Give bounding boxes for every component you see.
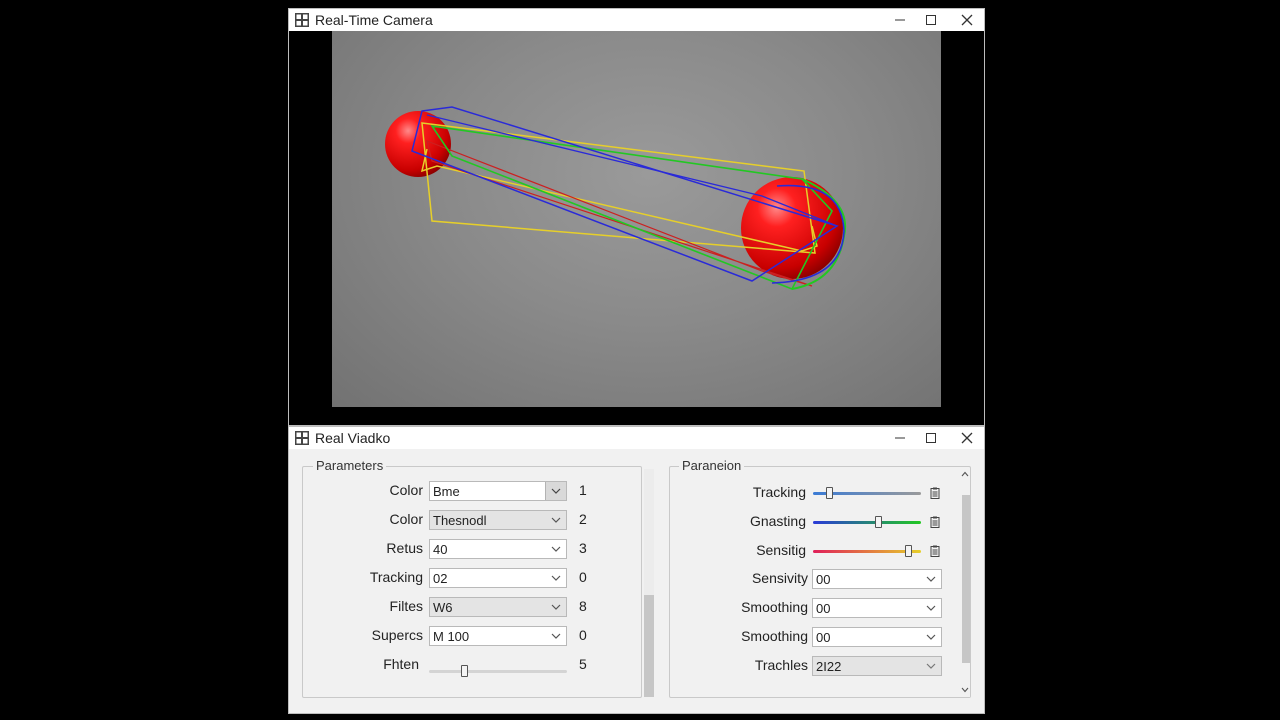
param-label-tracking: Tracking [369, 569, 423, 585]
param-value: 5 [579, 656, 587, 672]
paraneion-legend: Paraneion [679, 458, 745, 473]
close-button[interactable] [949, 427, 985, 449]
maximize-icon [926, 433, 936, 443]
filters-dropdown[interactable]: W6 [429, 597, 567, 617]
chevron-down-icon [546, 511, 566, 529]
minimize-icon [895, 19, 905, 21]
param-label-color: Color [389, 482, 423, 498]
gnasting-slider-track[interactable] [813, 521, 921, 524]
camera-viewport[interactable] [332, 31, 941, 407]
tracking-overlay [385, 106, 847, 291]
camera-window: Real-Time Camera [288, 8, 985, 426]
minimize-icon [895, 437, 905, 439]
param-label-sensivity: Sensivity [751, 570, 808, 586]
slider-label-tracking: Tracking [752, 484, 806, 500]
param-value: 0 [579, 627, 587, 643]
clipboard-icon[interactable] [930, 516, 940, 528]
chevron-down-icon [545, 482, 566, 500]
param-label-smoothing: Smoothing [741, 599, 808, 615]
maximize-icon [926, 15, 936, 25]
slider-label-sensitig: Sensitig [756, 542, 806, 558]
scroll-down-icon[interactable] [961, 687, 969, 693]
chevron-down-icon [546, 627, 566, 645]
supercs-dropdown[interactable]: M 100 [429, 626, 567, 646]
parameters-group: Parameters Color Bme 1 Color Thesnodl 2 … [302, 458, 642, 698]
param-label-color: Color [389, 511, 423, 527]
fhten-slider-track[interactable] [429, 670, 567, 673]
param-label-fhten: Fhten [383, 656, 419, 672]
retus-dropdown[interactable]: 40 [429, 539, 567, 559]
sensivity-dropdown[interactable]: 00 [812, 569, 942, 589]
tracking-slider-thumb[interactable] [826, 487, 834, 499]
control-window: Real Viadko Parameters Color Bme 1 Color… [288, 426, 985, 714]
scroll-up-icon[interactable] [961, 471, 969, 477]
fhten-slider-thumb[interactable] [460, 665, 468, 677]
control-window-title: Real Viadko [315, 430, 391, 446]
threshold-dropdown[interactable]: Thesnodl [429, 510, 567, 530]
param-value: 2 [579, 511, 587, 527]
chevron-down-icon [921, 628, 941, 646]
smoothing-dropdown-2[interactable]: 00 [812, 627, 942, 647]
close-button[interactable] [949, 9, 985, 31]
chevron-down-icon [546, 598, 566, 616]
scrollbar-thumb[interactable] [644, 595, 654, 697]
param-label-filtes: Filtes [389, 598, 423, 614]
app-grid-icon [295, 431, 309, 445]
gnasting-slider-thumb[interactable] [874, 516, 882, 528]
close-icon [961, 432, 973, 444]
chevron-down-icon [921, 657, 941, 675]
maximize-button[interactable] [913, 9, 949, 31]
slider-label-gnasting: Gnasting [749, 513, 806, 529]
param-label-trachles: Trachles [754, 657, 808, 673]
param-value: 8 [579, 598, 587, 614]
smoothing-dropdown[interactable]: 00 [812, 598, 942, 618]
chevron-down-icon [546, 569, 566, 587]
camera-titlebar[interactable]: Real-Time Camera [289, 9, 984, 31]
parameters-scrollbar[interactable] [644, 469, 654, 697]
camera-window-title: Real-Time Camera [315, 12, 433, 28]
clipboard-icon[interactable] [930, 545, 940, 557]
param-value: 1 [579, 482, 587, 498]
maximize-button[interactable] [913, 427, 949, 449]
sensitig-slider-thumb[interactable] [905, 545, 913, 557]
control-titlebar[interactable]: Real Viadko [289, 427, 984, 449]
param-label-retus: Retus [386, 540, 423, 556]
clipboard-icon[interactable] [930, 487, 940, 499]
tracking-dropdown[interactable]: 02 [429, 568, 567, 588]
parameters-legend: Parameters [313, 458, 387, 473]
param-label-smoothing: Smoothing [741, 628, 808, 644]
param-value: 0 [579, 569, 587, 585]
chevron-down-icon [921, 570, 941, 588]
red-ball-large [741, 177, 843, 279]
app-grid-icon [295, 13, 309, 27]
scrollbar-thumb[interactable] [962, 495, 970, 663]
chevron-down-icon [546, 540, 566, 558]
paraneion-group: Paraneion Tracking Gnasting Sensitig Sen… [669, 458, 971, 698]
chevron-down-icon [921, 599, 941, 617]
trachles-dropdown[interactable]: 2I22 [812, 656, 942, 676]
param-label-supercs: Supercs [371, 627, 423, 643]
param-value: 3 [579, 540, 587, 556]
paraneion-scrollbar[interactable] [960, 469, 970, 697]
color-dropdown[interactable]: Bme [429, 481, 567, 501]
close-icon [961, 14, 973, 26]
